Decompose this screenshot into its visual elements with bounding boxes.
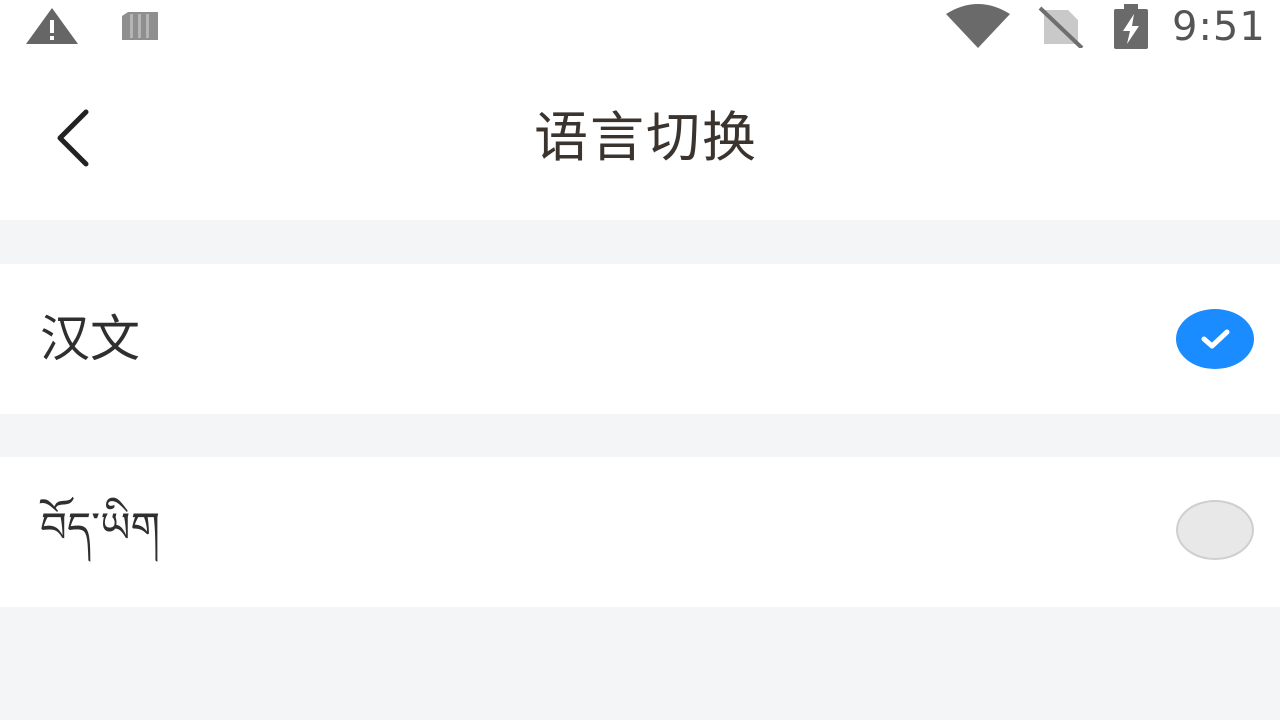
back-button[interactable] <box>40 96 104 180</box>
no-sim-icon <box>1036 6 1084 50</box>
language-label: 汉文 <box>40 310 140 368</box>
sim-card-icon <box>118 10 162 42</box>
status-time: 9:51 <box>1172 4 1266 50</box>
status-bar: 9:51 <box>0 0 1280 56</box>
language-option-tibetan[interactable]: བོད་ཡིག <box>0 457 1280 607</box>
page-title: 语言切换 <box>534 106 758 169</box>
radio-unchecked-icon[interactable] <box>1176 500 1254 560</box>
title-bar: 语言切换 <box>0 56 1280 220</box>
wifi-icon <box>944 4 1012 48</box>
chevron-left-icon <box>40 109 104 184</box>
radio-checked-icon[interactable] <box>1176 309 1254 369</box>
language-label: བོད་ཡིག <box>40 503 161 552</box>
warning-icon <box>24 6 80 46</box>
language-option-chinese[interactable]: 汉文 <box>0 264 1280 414</box>
battery-charging-icon <box>1112 4 1152 50</box>
